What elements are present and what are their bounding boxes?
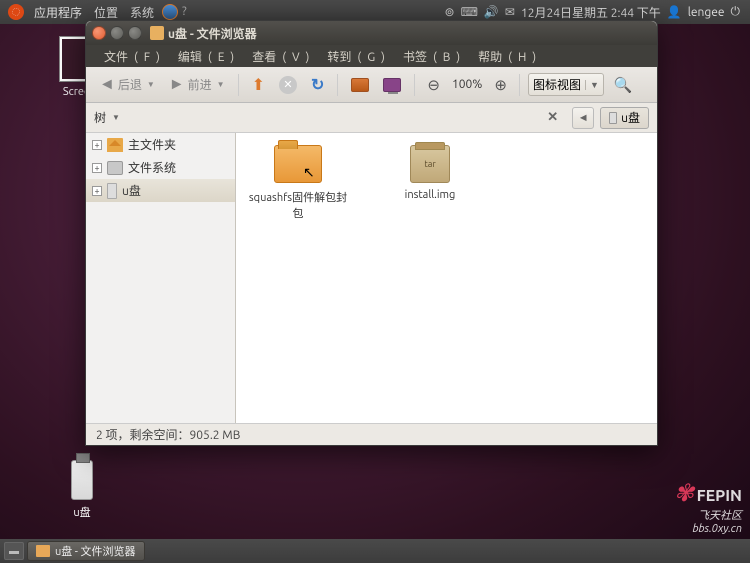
stop-icon: ✕ — [279, 76, 297, 94]
mail-icon[interactable]: ✉ — [505, 5, 515, 19]
drive-icon — [107, 161, 123, 175]
folder-icon: ↖ — [274, 145, 322, 183]
computer-icon — [383, 78, 401, 92]
firefox-icon[interactable] — [162, 4, 178, 20]
home-button[interactable] — [346, 75, 374, 95]
up-arrow-icon: ⬆ — [252, 75, 265, 94]
help-icon[interactable]: ? — [182, 5, 196, 19]
statusbar: 2 项，剩余空间：905.2 MB — [86, 423, 657, 445]
menu-file[interactable]: 文件(F) — [92, 48, 166, 65]
file-label: squashfs固件解包封包 — [248, 189, 348, 221]
arrow-left-icon: ◄ — [99, 75, 115, 94]
usb-icon — [609, 112, 617, 124]
tree-item-usb[interactable]: + u盘 — [86, 179, 235, 202]
status-text: 2 项，剩余空间：905.2 MB — [96, 426, 240, 443]
location-bar: 树 ▼ ✕ ◄ u盘 — [86, 103, 657, 133]
clock[interactable]: 12月24日星期五 2:44 下午 — [521, 4, 661, 21]
chevron-down-icon: ▼ — [217, 80, 225, 89]
username-label[interactable]: lengee — [688, 6, 725, 19]
menubar: 文件(F) 编辑(E) 查看(V) 转到(G) 书签(B) 帮助(H) — [86, 45, 657, 67]
file-item-archive[interactable]: tar install.img — [380, 145, 480, 201]
system-tray: ⊚ ⌨ 🔊 ✉ 12月24日星期五 2:44 下午 👤 lengee ⏻ — [439, 4, 746, 21]
chevron-down-icon: ▼ — [585, 80, 599, 90]
usb-drive-icon — [71, 460, 93, 500]
desktop-usb-icon[interactable]: u盘 — [50, 460, 114, 520]
volume-icon[interactable]: 🔊 — [484, 5, 499, 19]
back-button[interactable]: ◄ 后退 ▼ — [94, 72, 160, 97]
menu-bookmarks[interactable]: 书签(B) — [391, 48, 466, 65]
flower-icon: ✾ — [674, 479, 694, 506]
menu-edit[interactable]: 编辑(E) — [166, 48, 240, 65]
tree-item-filesystem[interactable]: + 文件系统 — [86, 156, 235, 179]
expander-icon[interactable]: + — [92, 163, 102, 173]
stop-button[interactable]: ✕ — [274, 73, 302, 97]
show-desktop-button[interactable]: ▬ — [4, 542, 24, 560]
ubuntu-logo-icon[interactable]: ◌ — [8, 4, 24, 20]
archive-icon: tar — [410, 145, 450, 183]
window-close-button[interactable] — [92, 26, 106, 40]
folder-icon — [36, 545, 50, 557]
up-button[interactable]: ⬆ — [247, 72, 270, 97]
taskbar-item[interactable]: u盘 - 文件浏览器 — [27, 541, 145, 561]
zoom-out-button[interactable]: ⊖ — [423, 76, 444, 94]
menu-applications[interactable]: 应用程序 — [28, 4, 88, 21]
file-label: install.img — [380, 189, 480, 201]
expander-icon[interactable]: + — [92, 140, 102, 150]
cursor-icon: ↖ — [303, 164, 315, 181]
watermark: ✾ FEPIN 飞天社区 bbs.0xy.cn — [674, 479, 742, 535]
chevron-down-icon: ▼ — [147, 80, 155, 89]
tree-item-home[interactable]: + 主文件夹 — [86, 133, 235, 156]
menu-system[interactable]: 系统 — [124, 4, 160, 21]
desktop-icon-label: u盘 — [50, 504, 114, 520]
window-minimize-button[interactable] — [110, 26, 124, 40]
network-icon[interactable]: ⊚ — [445, 5, 455, 19]
zoom-in-button[interactable]: ⊕ — [490, 76, 511, 94]
search-button[interactable]: 🔍 — [614, 76, 633, 94]
menu-view[interactable]: 查看(V) — [240, 48, 315, 65]
user-icon[interactable]: 👤 — [667, 5, 682, 19]
home-folder-icon — [351, 78, 369, 92]
zoom-level: 100% — [448, 78, 486, 91]
window-title: u盘 - 文件浏览器 — [168, 25, 257, 42]
chevron-down-icon[interactable]: ▼ — [112, 113, 120, 122]
bottom-panel: ▬ u盘 - 文件浏览器 — [0, 539, 750, 563]
reload-icon: ↻ — [311, 75, 324, 94]
path-segment-current[interactable]: u盘 — [600, 107, 649, 129]
menu-help[interactable]: 帮助(H) — [466, 48, 542, 65]
expander-icon[interactable]: + — [92, 186, 102, 196]
view-mode-select[interactable]: 图标视图 ▼ — [528, 73, 604, 96]
sidebar-tree: + 主文件夹 + 文件系统 + u盘 — [86, 133, 236, 423]
usb-icon — [107, 183, 117, 199]
menu-go[interactable]: 转到(G) — [315, 48, 391, 65]
file-item-folder[interactable]: ↖ squashfs固件解包封包 — [248, 145, 348, 221]
titlebar[interactable]: u盘 - 文件浏览器 — [86, 21, 657, 45]
toolbar: ◄ 后退 ▼ ► 前进 ▼ ⬆ ✕ ↻ ⊖ 100% ⊕ 图标视图 ▼ 🔍 — [86, 67, 657, 103]
arrow-right-icon: ► — [169, 75, 185, 94]
file-view[interactable]: ↖ squashfs固件解包封包 tar install.img — [236, 133, 657, 423]
computer-button[interactable] — [378, 75, 406, 95]
power-icon[interactable]: ⏻ — [731, 5, 741, 19]
reload-button[interactable]: ↻ — [306, 72, 329, 97]
sidebar-mode-label[interactable]: 树 — [94, 109, 106, 126]
file-browser-window: u盘 - 文件浏览器 文件(F) 编辑(E) 查看(V) 转到(G) 书签(B)… — [85, 20, 658, 446]
home-folder-icon — [107, 138, 123, 152]
sidebar-close-button[interactable]: ✕ — [547, 110, 558, 125]
menu-places[interactable]: 位置 — [88, 4, 124, 21]
keyboard-icon[interactable]: ⌨ — [461, 5, 478, 19]
path-back-button[interactable]: ◄ — [572, 107, 594, 129]
forward-button[interactable]: ► 前进 ▼ — [164, 72, 230, 97]
folder-icon — [150, 26, 164, 40]
window-maximize-button[interactable] — [128, 26, 142, 40]
